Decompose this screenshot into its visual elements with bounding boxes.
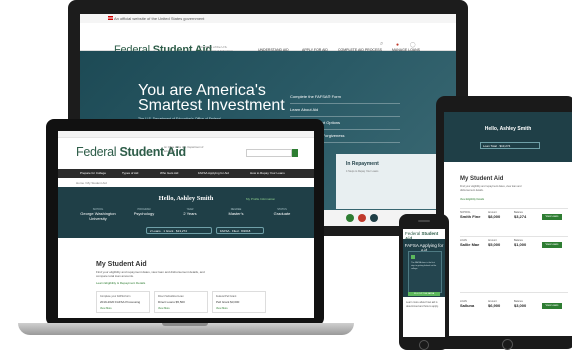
detail-value: Graduate xyxy=(273,211,291,216)
my-aid-description: Find your eligibility and repayment date… xyxy=(96,270,205,278)
detail-program: PROGRAM Psychology xyxy=(124,208,164,216)
tablet-home-button xyxy=(502,339,513,350)
partner-logo-icon xyxy=(370,214,378,222)
link-learn-about-aid[interactable]: Learn About Aid xyxy=(290,104,400,117)
my-aid-title: My Student Aid xyxy=(460,176,504,182)
cell-value: Sallie Mae xyxy=(460,242,480,247)
partner-logo-icon xyxy=(346,214,354,222)
hero-title: You are America's Smartest Investment xyxy=(138,82,285,114)
breadcrumb[interactable]: Home / My Student Aid xyxy=(76,181,107,185)
repayment-subtitle: 4 Steps to Repay Your Loans xyxy=(346,170,379,173)
tablet-screen: Hello, Ashley Smith Loan Total · $13,274… xyxy=(444,112,572,336)
link-complete-fafsa[interactable]: Complete the FAFSA® Form xyxy=(290,91,400,104)
loan-row: LOAN Salluna Amount $6,900 Balance $3,000 V… xyxy=(460,300,568,314)
loan-cell: LOAN Sallie Mae xyxy=(460,239,479,247)
greeting: Hello, Ashley Smith xyxy=(158,195,214,202)
search-input[interactable] xyxy=(246,149,292,157)
gov-banner-text: An official website of the United States… xyxy=(114,16,205,21)
detail-value: Master's xyxy=(228,211,244,216)
divider xyxy=(460,236,568,237)
card-value: Direct Loans $5,500 xyxy=(158,300,185,304)
flag-icon xyxy=(108,16,113,20)
nav-who-gets-aid[interactable]: Who Gets Aid xyxy=(160,171,178,175)
laptop-screen: Federal Student Aid An Office of the U.S… xyxy=(58,131,314,318)
cell-value: $3,274 xyxy=(514,214,527,219)
view-loans-button[interactable]: View Loans xyxy=(542,242,562,248)
divider xyxy=(460,292,568,293)
loan-cell: Amount $5,000 xyxy=(488,239,500,247)
card-label: Federal Pell Grant xyxy=(216,295,237,298)
loan-cell: SCHOOL Smith Fine xyxy=(460,211,480,219)
card-label: Complete your FAFSA form xyxy=(100,295,131,298)
fafsa-card-text: The FAFSA form is the first step to gett… xyxy=(411,262,437,270)
tablet-profile-banner xyxy=(444,112,572,162)
search-button[interactable] xyxy=(292,149,298,157)
fafsa-summary-pill[interactable]: FAFSA · Filed · 8/2018 xyxy=(216,227,264,234)
loan-cell: Amount $6,900 xyxy=(488,300,500,308)
loan-row: SCHOOL Smith Fine Amount $8,000 Balance $3,… xyxy=(460,211,568,225)
detail-value: 2 Years xyxy=(183,211,197,216)
cell-value: $6,900 xyxy=(488,303,501,308)
cell-value: Smith Fine xyxy=(460,214,481,219)
cell-value: $3,000 xyxy=(514,303,527,308)
my-aid-link[interactable]: Learn Eligibility & Repayment Details xyxy=(96,281,145,285)
my-aid-link[interactable]: View Eligibility Details xyxy=(460,198,484,201)
loan-cell: Amount $8,000 xyxy=(488,211,500,219)
repayment-title: In Repayment xyxy=(346,161,379,167)
loan-total-pill[interactable]: Loan Total · $13,274 xyxy=(480,142,540,149)
repayment-panel[interactable]: In Repayment 4 Steps to Repay Your Loans xyxy=(336,154,436,209)
my-aid-title: My Student Aid xyxy=(96,261,147,268)
detail-value: Psychology xyxy=(133,211,155,216)
my-aid-description: Find your eligibility and repayment date… xyxy=(460,185,522,192)
phone-speaker xyxy=(418,220,430,222)
phone-screen: Federal Student Aid FAFSA Applying for A… xyxy=(403,229,445,337)
phone-footer-text: Learn more about how aid is determined a… xyxy=(406,301,439,308)
loan-cell: LOAN Salluna xyxy=(460,300,474,308)
nav-prepare-for-college[interactable]: Prepare for College xyxy=(80,171,106,175)
main-nav: Prepare for College Types of Aid Who Get… xyxy=(58,169,314,178)
divider xyxy=(460,208,568,209)
nav-fafsa[interactable]: FAFSA Applying for Aid xyxy=(198,171,229,175)
cell-value: Salluna xyxy=(460,303,475,308)
cell-value: $8,000 xyxy=(488,214,501,219)
fill-out-fafsa-button[interactable]: FILL OUT THE FAFSA xyxy=(408,292,440,296)
logo-subtitle: An Office of the U.S. Department of Educ… xyxy=(164,146,204,153)
profile-link[interactable]: My Profile Information xyxy=(246,197,275,201)
aid-card[interactable]: Federal Pell Grant Pell Grant $3,000 Vie… xyxy=(212,291,266,313)
phone-home-button xyxy=(419,340,429,350)
loan-row: LOAN Sallie Mae Amount $5,000 Balance $1,00… xyxy=(460,239,568,253)
detail-degree: DEGREE Master's xyxy=(216,208,256,216)
detail-year: YEAR 2 Years xyxy=(170,208,210,216)
loans-summary-pill[interactable]: 2 Loans · 1 Grant · $13,274 xyxy=(146,227,212,234)
nav-types-of-aid[interactable]: Types of Aid xyxy=(122,171,138,175)
partner-logo-icon xyxy=(358,214,366,222)
card-more-link[interactable]: View More xyxy=(216,307,262,310)
card-value: 2019-2020 FAFSA Processing xyxy=(100,300,141,304)
detail-status: STATUS Graduate xyxy=(262,208,302,216)
aid-card[interactable]: Direct Subsidized Loan Direct Loans $5,5… xyxy=(154,291,208,313)
detail-value: George Washington University xyxy=(80,211,116,221)
card-more-link[interactable]: View More xyxy=(100,307,146,310)
laptop-topbar xyxy=(58,131,314,138)
nav-repay-loans[interactable]: How to Repay Your Loans xyxy=(250,171,285,175)
card-label: Direct Subsidized Loan xyxy=(158,295,184,298)
aid-card[interactable]: Complete your FAFSA form 2019-2020 FAFSA… xyxy=(96,291,150,313)
greeting: Hello, Ashley Smith xyxy=(484,126,532,132)
checkmark-icon xyxy=(411,255,415,259)
view-loans-button[interactable]: View Loans xyxy=(542,214,562,220)
card-more-link[interactable]: View More xyxy=(158,307,204,310)
loan-cell: Balance $3,000 xyxy=(514,300,526,308)
detail-school: SCHOOL George Washington University xyxy=(78,208,118,221)
loan-cell: Balance $1,000 xyxy=(514,239,526,247)
laptop-notch xyxy=(162,323,208,326)
cell-value: $5,000 xyxy=(488,242,501,247)
cell-value: $1,000 xyxy=(514,242,527,247)
search-icon[interactable]: ⌕ xyxy=(380,41,383,48)
card-value: Pell Grant $3,000 xyxy=(216,300,240,304)
logo-light: Federal xyxy=(76,145,120,159)
loan-cell: Balance $3,274 xyxy=(514,211,526,219)
fafsa-card: The FAFSA form is the first step to gett… xyxy=(408,251,442,293)
view-loans-button[interactable]: View Loans xyxy=(542,303,562,309)
